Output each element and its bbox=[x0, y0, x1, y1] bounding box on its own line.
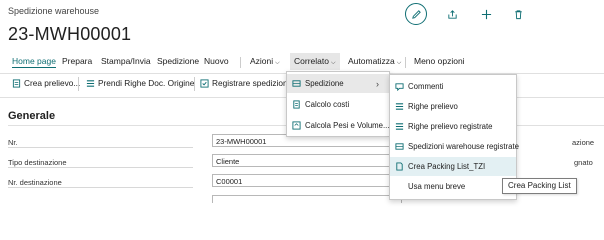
field-dotted-line bbox=[8, 147, 193, 148]
breadcrumb: Spedizione warehouse bbox=[8, 6, 100, 16]
get-source-lines-button[interactable]: Prendi Righe Doc. Origine bbox=[86, 78, 194, 88]
create-pick-button[interactable]: Crea prelievo... bbox=[12, 78, 80, 88]
shipment-icon bbox=[292, 80, 301, 87]
chevron-down-icon: ⌵ bbox=[330, 60, 336, 66]
divider bbox=[405, 57, 406, 68]
chevron-down-icon: ⌵ bbox=[396, 60, 402, 66]
document-icon bbox=[396, 162, 403, 171]
field-dotted-line bbox=[8, 167, 193, 168]
tab-actions[interactable]: Azioni ⌵ bbox=[250, 56, 280, 67]
menu-item-posted-pick-lines-label: Righe prelievo registrate bbox=[408, 122, 493, 131]
menu-item-calc-weight-label: Calcola Pesi e Volume... bbox=[305, 121, 390, 130]
tab-prepare[interactable]: Prepara bbox=[62, 56, 92, 66]
field-destination-type[interactable]: Cliente bbox=[212, 154, 402, 167]
tab-new[interactable]: Nuovo bbox=[204, 56, 229, 66]
share-icon[interactable] bbox=[441, 3, 463, 25]
tab-print-send[interactable]: Stampa/Invia bbox=[101, 56, 151, 66]
page-title: 23-MWH00001 bbox=[8, 24, 132, 44]
divider bbox=[194, 77, 195, 91]
section-general-title: Generale bbox=[8, 110, 56, 122]
menu-item-shipment-label: Spedizione bbox=[305, 79, 344, 88]
calculator-icon bbox=[293, 100, 300, 109]
menu-item-comments-label: Commenti bbox=[408, 82, 444, 91]
menu-item-create-packing-list-label: Crea Packing List_TZI bbox=[408, 162, 486, 171]
tab-home[interactable]: Home page bbox=[12, 56, 56, 68]
list-icon bbox=[395, 103, 404, 110]
menu-item-pick-lines-label: Righe prelievo bbox=[408, 102, 458, 111]
tab-shipment[interactable]: Spedizione bbox=[157, 56, 199, 66]
right-field-label-partial: azione bbox=[572, 138, 595, 147]
divider bbox=[78, 77, 79, 91]
tab-automate[interactable]: Automatizza ⌵ bbox=[348, 56, 401, 67]
list-icon bbox=[395, 123, 404, 130]
tab-related-label: Correlato bbox=[294, 56, 329, 66]
action-bar: Home page Prepara Stampa/Invia Spedizion… bbox=[0, 53, 604, 71]
create-pick-label: Crea prelievo... bbox=[24, 78, 81, 88]
field-destination-no[interactable]: C00001 bbox=[212, 174, 402, 187]
tab-related[interactable]: Correlato ⌵ bbox=[290, 53, 340, 70]
menu-item-short-menu[interactable]: Usa menu breve bbox=[390, 177, 516, 196]
menu-item-comments[interactable]: Commenti bbox=[390, 77, 516, 96]
field-label-destination-no: Nr. destinazione bbox=[8, 178, 62, 187]
edit-icon[interactable] bbox=[405, 3, 427, 25]
menu-item-shipment[interactable]: Spedizione › bbox=[287, 74, 389, 93]
get-source-lines-label: Prendi Righe Doc. Origine bbox=[98, 78, 195, 88]
menu-item-pick-lines[interactable]: Righe prelievo bbox=[390, 97, 516, 116]
delete-icon[interactable] bbox=[507, 3, 529, 25]
chevron-down-icon: ⌵ bbox=[275, 60, 280, 66]
comment-icon bbox=[395, 83, 404, 91]
shipment-icon bbox=[395, 143, 404, 150]
chevron-right-icon: › bbox=[376, 78, 379, 89]
document-icon bbox=[12, 78, 21, 88]
menu-item-posted-pick-lines[interactable]: Righe prelievo registrate bbox=[390, 117, 516, 136]
field-dotted-line bbox=[8, 187, 193, 188]
field-label-destination-type: Tipo destinazione bbox=[8, 158, 67, 167]
fewer-options-button[interactable]: Meno opzioni bbox=[414, 56, 465, 66]
menu-item-calc-weight[interactable]: Calcola Pesi e Volume... bbox=[287, 116, 390, 135]
menu-item-short-menu-label: Usa menu breve bbox=[408, 182, 466, 191]
tooltip: Crea Packing List bbox=[502, 178, 577, 194]
add-icon[interactable] bbox=[475, 3, 497, 25]
list-icon bbox=[86, 79, 95, 87]
post-icon bbox=[200, 78, 209, 88]
tab-automate-label: Automatizza bbox=[348, 56, 395, 66]
weight-icon bbox=[292, 121, 301, 130]
field-label-no: Nr. bbox=[8, 138, 18, 147]
menu-item-calc-costs-label: Calcolo costi bbox=[305, 100, 350, 109]
tab-actions-label: Azioni bbox=[250, 56, 274, 66]
shipment-submenu: Commenti Righe prelievo Righe prelievo r… bbox=[389, 74, 519, 200]
menu-item-posted-shipments[interactable]: Spedizioni warehouse registrate bbox=[390, 137, 519, 156]
menu-item-calc-costs[interactable]: Calcolo costi bbox=[287, 95, 389, 114]
field-partial[interactable] bbox=[212, 195, 402, 203]
post-shipment-button[interactable]: Registrare spedizione... bbox=[200, 78, 299, 88]
menu-item-posted-shipments-label: Spedizioni warehouse registrate bbox=[408, 142, 519, 151]
right-field-label-partial: gnato bbox=[574, 158, 593, 167]
menu-item-create-packing-list[interactable]: Crea Packing List_TZI bbox=[390, 157, 516, 176]
divider bbox=[240, 57, 241, 68]
related-menu: Spedizione › Calcolo costi Calcola Pesi … bbox=[286, 71, 390, 137]
